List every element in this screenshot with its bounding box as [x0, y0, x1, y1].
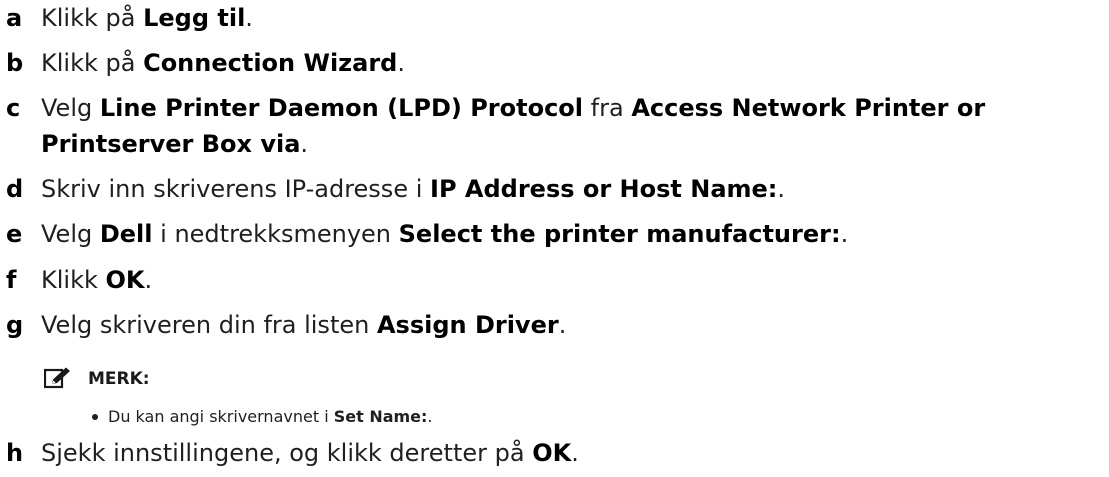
text-run: Klikk	[41, 266, 106, 294]
step-text: Skriv inn skriverens IP-adresse i IP Add…	[41, 171, 1101, 207]
text-run: Sjekk innstillingene, og klikk deretter …	[41, 439, 533, 467]
step-line: Velg Dell i nedtrekksmenyen Select the p…	[41, 216, 1101, 252]
step-letter: f	[6, 266, 17, 294]
bold-term: OK	[105, 266, 145, 294]
note-bullet-text: Du kan angi skrivernavnet i Set Name:.	[108, 407, 433, 426]
text-run: .	[571, 439, 579, 467]
step-letter: c	[6, 94, 21, 122]
bold-term: Connection Wizard	[143, 49, 398, 77]
text-run: Du kan angi skrivernavnet i	[108, 407, 334, 426]
step-line: Printserver Box via.	[41, 126, 1101, 162]
step-letter: a	[6, 4, 23, 32]
text-run: .	[144, 266, 153, 294]
text-run: Velg skriveren din fra listen	[41, 311, 377, 339]
step-letter: d	[6, 175, 24, 203]
text-run: .	[840, 220, 849, 248]
bold-term: Line Printer Daemon (LPD) Protocol	[99, 94, 584, 122]
text-run: .	[777, 175, 786, 203]
text-run: Klikk på	[41, 4, 144, 32]
bold-term: Set Name:	[333, 407, 428, 426]
step-text: Klikk på Connection Wizard.	[41, 45, 1101, 81]
step-line: Klikk OK.	[41, 262, 1101, 298]
step-letter: h	[6, 439, 24, 467]
text-run: i nedtrekksmenyen	[152, 220, 399, 248]
text-run: .	[300, 130, 309, 158]
step-line: Skriv inn skriverens IP-adresse i IP Add…	[41, 171, 1101, 207]
step-line: Velg Line Printer Daemon (LPD) Protocol …	[41, 90, 1101, 126]
step-letter: e	[6, 220, 23, 248]
text-run: .	[397, 49, 406, 77]
bold-term: Assign Driver	[376, 311, 559, 339]
bold-term: Select the printer manufacturer:	[398, 220, 841, 248]
text-run: fra	[583, 94, 632, 122]
text-run: Klikk på	[41, 49, 144, 77]
step-line: Klikk på Connection Wizard.	[41, 45, 1101, 81]
bold-term: IP Address or Host Name:	[430, 175, 778, 203]
bullet-dot	[92, 413, 98, 420]
bold-term: Access Network Printer or	[631, 94, 986, 122]
step-letter: b	[6, 49, 24, 77]
step-line: Velg skriveren din fra listen Assign Dri…	[41, 307, 1101, 343]
bold-term: Dell	[99, 220, 153, 248]
text-run: Skriv inn skriverens IP-adresse i	[41, 175, 431, 203]
text-run: Velg	[41, 220, 100, 248]
bold-term: OK	[532, 439, 572, 467]
step-line: Klikk på Legg til.	[41, 0, 1101, 36]
step-text: Klikk på Legg til.	[41, 0, 1101, 36]
pencil-note-icon	[44, 367, 70, 389]
step-text: Velg skriveren din fra listen Assign Dri…	[41, 307, 1101, 343]
text-run: .	[427, 407, 433, 426]
step-line: Sjekk innstillingene, og klikk deretter …	[41, 435, 1101, 471]
text-run: Velg	[41, 94, 100, 122]
text-run: .	[245, 4, 253, 32]
step-text: Sjekk innstillingene, og klikk deretter …	[41, 435, 1101, 471]
step-text: Velg Dell i nedtrekksmenyen Select the p…	[41, 216, 1101, 252]
step-text: Velg Line Printer Daemon (LPD) Protocol …	[41, 90, 1101, 162]
step-letter: g	[6, 311, 24, 339]
text-run: .	[558, 311, 567, 339]
bold-term: Printserver Box via	[41, 130, 301, 158]
note-bullet: Du kan angi skrivernavnet i Set Name:.	[92, 405, 433, 429]
bold-term: Legg til	[143, 4, 246, 32]
note-title: MERK:	[88, 369, 150, 389]
step-text: Klikk OK.	[41, 262, 1101, 298]
